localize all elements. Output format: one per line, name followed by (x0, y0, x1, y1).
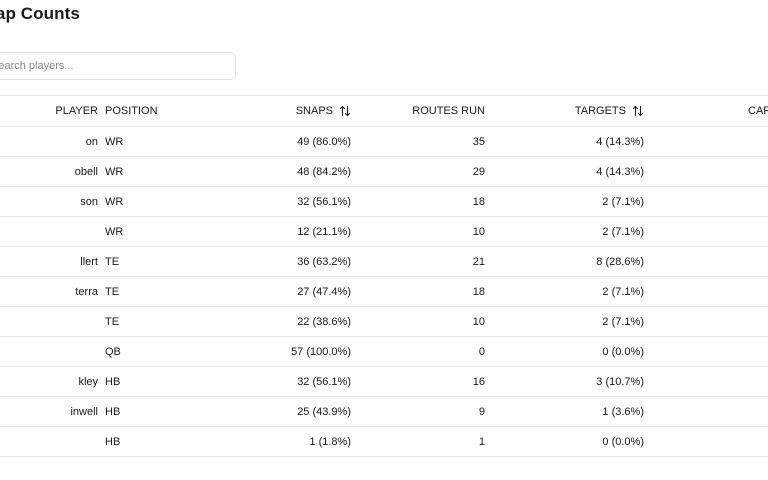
header-snaps[interactable]: SNAPS (220, 96, 351, 126)
header-targets[interactable]: TARGETS (500, 96, 644, 126)
player-cell: on (85, 135, 98, 148)
targets-cell: 1 (3.6%) (602, 405, 644, 418)
routes-cell: 21 (472, 255, 485, 268)
player-cell: kley (78, 375, 98, 388)
snap-counts-table: PLAYER POSITION SNAPS ROUTES RUN TARGETS (0, 95, 768, 457)
position-cell: TE (105, 285, 120, 298)
position-cell: WR (105, 165, 124, 178)
routes-cell: 29 (472, 165, 485, 178)
snaps-cell: 49 (86.0%) (297, 135, 351, 148)
table-row[interactable]: QB 57 (100.0%) 0 0 (0.0%) (0, 337, 768, 367)
table-row[interactable]: kley HB 32 (56.1%) 16 3 (10.7%) (0, 367, 768, 397)
routes-cell: 18 (472, 285, 485, 298)
targets-cell: 4 (14.3%) (596, 135, 644, 148)
routes-cell: 10 (472, 315, 485, 328)
table-row[interactable]: llert TE 36 (63.2%) 21 8 (28.6%) (0, 247, 768, 277)
table-header: PLAYER POSITION SNAPS ROUTES RUN TARGETS (0, 95, 768, 127)
player-cell: obell (74, 165, 98, 178)
header-extra[interactable]: CAR (748, 96, 768, 126)
header-player[interactable]: PLAYER (0, 96, 98, 126)
table-body: on WR 49 (86.0%) 35 4 (14.3%) obell WR 48 (84.2… (0, 127, 768, 457)
position-cell: WR (105, 135, 124, 148)
targets-cell: 2 (7.1%) (602, 195, 644, 208)
position-cell: WR (105, 195, 124, 208)
header-extra-label: CAR (748, 105, 768, 117)
player-cell (0, 337, 98, 366)
table-row[interactable]: son WR 32 (56.1%) 18 2 (7.1%) (0, 187, 768, 217)
snaps-cell: 36 (63.2%) (297, 255, 351, 268)
table-row[interactable]: inwell HB 25 (43.9%) 9 1 (3.6%) (0, 397, 768, 427)
search-input[interactable] (0, 53, 235, 79)
targets-cell: 2 (7.1%) (602, 225, 644, 238)
player-cell: llert (80, 255, 98, 268)
table-row[interactable]: terra TE 27 (47.4%) 18 2 (7.1%) (0, 277, 768, 307)
snaps-cell: 32 (56.1%) (297, 195, 351, 208)
table-row[interactable]: TE 22 (38.6%) 10 2 (7.1%) (0, 307, 768, 337)
header-position[interactable]: POSITION (105, 96, 225, 126)
header-routes-label: ROUTES RUN (412, 105, 485, 117)
player-cell: inwell (70, 405, 98, 418)
targets-cell: 2 (7.1%) (602, 315, 644, 328)
table-row[interactable]: HB 1 (1.8%) 1 0 (0.0%) (0, 427, 768, 457)
routes-cell: 9 (478, 405, 485, 418)
snaps-cell: 27 (47.4%) (297, 285, 351, 298)
targets-cell: 0 (0.0%) (602, 435, 644, 448)
table-row[interactable]: on WR 49 (86.0%) 35 4 (14.3%) (0, 127, 768, 157)
position-cell: TE (105, 315, 120, 328)
player-cell: terra (75, 285, 98, 298)
position-cell: HB (105, 435, 121, 448)
header-routes[interactable]: ROUTES RUN (360, 96, 485, 126)
snap-counts-page: Snap Counts PLAYER POSITION SNAPS ROUTES… (0, 0, 768, 480)
routes-cell: 35 (472, 135, 485, 148)
targets-cell: 2 (7.1%) (602, 285, 644, 298)
header-player-label: PLAYER (55, 105, 98, 117)
routes-cell: 10 (472, 225, 485, 238)
sort-arrows-icon[interactable] (632, 105, 644, 117)
snaps-cell: 57 (100.0%) (291, 345, 351, 358)
targets-cell: 8 (28.6%) (596, 255, 644, 268)
player-cell: son (80, 195, 98, 208)
page-title: Snap Counts (0, 4, 80, 23)
player-cell (0, 217, 98, 246)
header-position-label: POSITION (105, 105, 158, 117)
routes-cell: 1 (478, 435, 485, 448)
targets-cell: 4 (14.3%) (596, 165, 644, 178)
snaps-cell: 22 (38.6%) (297, 315, 351, 328)
position-cell: HB (105, 405, 121, 418)
player-cell (0, 427, 98, 456)
routes-cell: 18 (472, 195, 485, 208)
position-cell: WR (105, 225, 124, 238)
targets-cell: 3 (10.7%) (596, 375, 644, 388)
snaps-cell: 25 (43.9%) (297, 405, 351, 418)
table-row[interactable]: obell WR 48 (84.2%) 29 4 (14.3%) (0, 157, 768, 187)
position-cell: QB (105, 345, 121, 358)
snaps-cell: 12 (21.1%) (297, 225, 351, 238)
player-cell (0, 307, 98, 336)
header-snaps-label: SNAPS (295, 105, 333, 117)
sort-arrows-icon[interactable] (339, 105, 351, 117)
table-row[interactable]: WR 12 (21.1%) 10 2 (7.1%) (0, 217, 768, 247)
routes-cell: 16 (472, 375, 485, 388)
search-box[interactable] (0, 52, 236, 80)
snaps-cell: 48 (84.2%) (297, 165, 351, 178)
routes-cell: 0 (478, 345, 485, 358)
header-targets-label: TARGETS (574, 105, 626, 117)
position-cell: TE (105, 255, 120, 268)
snaps-cell: 32 (56.1%) (297, 375, 351, 388)
position-cell: HB (105, 375, 121, 388)
targets-cell: 0 (0.0%) (602, 345, 644, 358)
snaps-cell: 1 (1.8%) (309, 435, 351, 448)
